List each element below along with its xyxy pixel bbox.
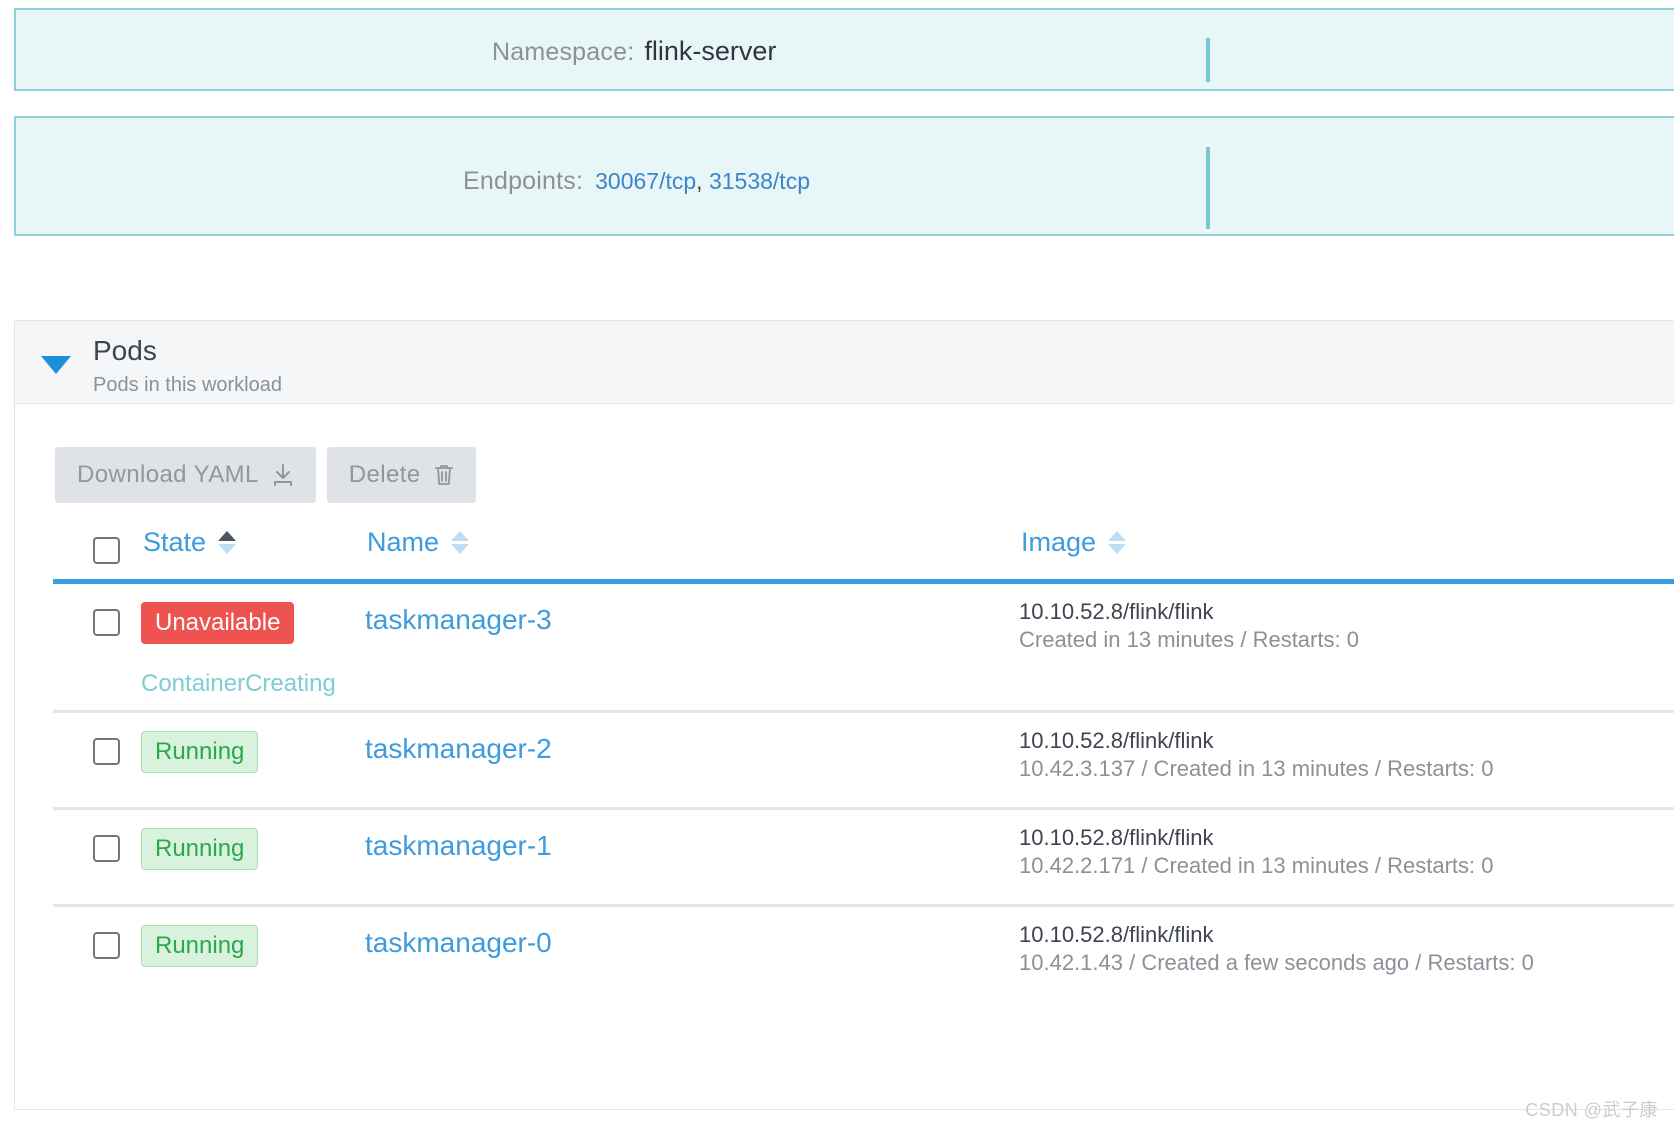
pod-image: 10.10.52.8/flink/flink <box>1019 922 1214 947</box>
pod-image: 10.10.52.8/flink/flink <box>1019 728 1214 753</box>
sort-arrows-icon-state[interactable] <box>218 531 237 554</box>
column-header-name-label: Name <box>367 527 440 557</box>
namespace-panel: Namespace: flink-server <box>14 8 1674 91</box>
pod-image-cell: 10.10.52.8/flink/flink 10.42.3.137 / Cre… <box>1019 727 1494 783</box>
pod-image-meta: 10.42.2.171 / Created in 13 minutes / Re… <box>1019 853 1494 879</box>
pods-title: Pods <box>93 335 157 366</box>
sort-down-icon <box>451 544 470 554</box>
endpoints-panel-inner: Endpoints: 30067/tcp, 31538/tcp <box>16 118 1674 234</box>
sort-up-icon <box>218 531 237 541</box>
pods-table: State Name Image Unavailable ContainerCr… <box>53 519 1674 1001</box>
pod-substate: ContainerCreating <box>141 670 336 697</box>
select-all-checkbox[interactable] <box>93 537 120 564</box>
pod-name-link[interactable]: taskmanager-1 <box>365 830 552 862</box>
namespace-label: Namespace: <box>492 38 635 66</box>
pod-image: 10.10.52.8/flink/flink <box>1019 599 1214 624</box>
endpoints-values: 30067/tcp, 31538/tcp <box>595 168 810 195</box>
endpoints-panel: Endpoints: 30067/tcp, 31538/tcp <box>14 116 1674 236</box>
column-header-state[interactable]: State <box>143 527 237 558</box>
endpoints-separator: , <box>696 168 709 194</box>
table-row[interactable]: Running taskmanager-1 10.10.52.8/flink/f… <box>53 810 1674 907</box>
row-checkbox[interactable] <box>93 609 120 636</box>
column-header-state-label: State <box>143 527 207 557</box>
endpoints-label: Endpoints: <box>463 167 584 195</box>
row-checkbox[interactable] <box>93 738 120 765</box>
table-row[interactable]: Unavailable ContainerCreating taskmanage… <box>53 584 1674 713</box>
status-badge: Running <box>141 731 259 773</box>
pod-image-cell: 10.10.52.8/flink/flink Created in 13 min… <box>1019 598 1359 654</box>
status-badge: Running <box>141 828 259 870</box>
pod-image: 10.10.52.8/flink/flink <box>1019 825 1214 850</box>
pod-name-link[interactable]: taskmanager-0 <box>365 927 552 959</box>
trash-icon <box>434 463 454 487</box>
csdn-watermark: CSDN @武子康 <box>1525 1100 1658 1120</box>
pod-image-meta: 10.42.1.43 / Created a few seconds ago /… <box>1019 950 1534 976</box>
sort-down-icon <box>218 544 237 554</box>
endpoint-link-2[interactable]: 31538/tcp <box>709 168 810 194</box>
sort-up-icon <box>1108 531 1127 541</box>
namespace-value: flink-server <box>644 36 777 66</box>
pods-card: Pods Pods in this workload Download YAML… <box>14 320 1674 1110</box>
download-yaml-label: Download YAML <box>77 461 259 488</box>
download-yaml-button[interactable]: Download YAML <box>55 447 316 503</box>
column-header-image-label: Image <box>1021 527 1097 557</box>
namespace-divider <box>1206 38 1210 82</box>
sort-up-icon <box>451 531 470 541</box>
table-row[interactable]: Running taskmanager-0 10.10.52.8/flink/f… <box>53 907 1674 1001</box>
pods-card-header[interactable]: Pods Pods in this workload <box>15 321 1674 404</box>
endpoints-row: Endpoints: 30067/tcp, 31538/tcp <box>16 167 1674 196</box>
pods-subtitle: Pods in this workload <box>93 374 282 396</box>
namespace-panel-inner: Namespace: flink-server <box>16 10 1674 89</box>
delete-label: Delete <box>348 461 421 488</box>
pod-image-cell: 10.10.52.8/flink/flink 10.42.2.171 / Cre… <box>1019 824 1494 880</box>
column-header-name[interactable]: Name <box>367 527 470 558</box>
pods-table-header: State Name Image <box>53 519 1674 584</box>
sort-arrows-icon-name[interactable] <box>451 531 470 554</box>
download-icon <box>272 463 294 487</box>
column-header-image[interactable]: Image <box>1021 527 1127 558</box>
sort-down-icon <box>1108 544 1127 554</box>
pod-name-link[interactable]: taskmanager-3 <box>365 604 552 636</box>
delete-button[interactable]: Delete <box>326 447 476 503</box>
pod-name-link[interactable]: taskmanager-2 <box>365 733 552 765</box>
pod-image-cell: 10.10.52.8/flink/flink 10.42.1.43 / Crea… <box>1019 921 1534 977</box>
status-badge: Running <box>141 925 259 967</box>
pod-image-meta: 10.42.3.137 / Created in 13 minutes / Re… <box>1019 756 1494 782</box>
endpoints-divider <box>1206 147 1210 229</box>
sort-arrows-icon-image[interactable] <box>1108 531 1127 554</box>
chevron-down-icon[interactable] <box>41 356 71 374</box>
namespace-row: Namespace: flink-server <box>16 36 1674 67</box>
pod-image-meta: Created in 13 minutes / Restarts: 0 <box>1019 627 1359 653</box>
row-checkbox[interactable] <box>93 932 120 959</box>
endpoint-link-1[interactable]: 30067/tcp <box>595 168 696 194</box>
pods-toolbar: Download YAML Delete <box>55 447 476 503</box>
status-badge: Unavailable <box>141 602 295 644</box>
row-checkbox[interactable] <box>93 835 120 862</box>
table-row[interactable]: Running taskmanager-2 10.10.52.8/flink/f… <box>53 713 1674 810</box>
